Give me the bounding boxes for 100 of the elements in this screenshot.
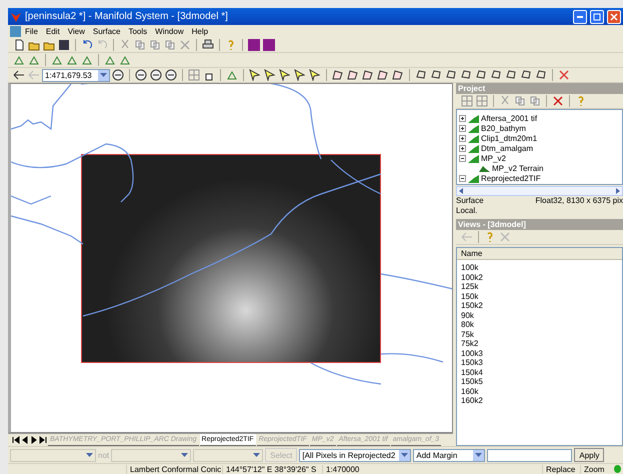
view-name[interactable]: 90k	[457, 310, 622, 320]
node-icon[interactable]	[81, 54, 93, 66]
restore-icon	[593, 12, 601, 20]
view-name[interactable]: 75k	[457, 330, 622, 339]
view-name[interactable]: 75k2	[457, 339, 622, 348]
menu-item[interactable]: Tools	[124, 27, 152, 36]
last-page-icon[interactable]	[39, 436, 47, 444]
scale-field[interactable]: 1:471,679.53	[42, 68, 110, 82]
pixels-dropdown[interactable]: [All Pixels in Reprojected2	[299, 448, 412, 462]
restore-button[interactable]	[590, 10, 604, 24]
tile-icon[interactable]	[248, 39, 260, 51]
delete-icon[interactable]	[558, 69, 570, 81]
save-icon[interactable]	[58, 39, 70, 51]
menu-item[interactable]: Window	[151, 27, 188, 36]
scroll-right-icon[interactable]	[614, 187, 622, 195]
tree-item[interactable]: Aftersa_2001 tif	[481, 114, 538, 122]
view-name[interactable]: 80k	[457, 320, 622, 330]
caret-icon	[181, 452, 188, 458]
node-icon[interactable]	[28, 54, 40, 66]
polygon-tool-icon[interactable]	[535, 69, 547, 81]
menu-item[interactable]: Edit	[42, 27, 64, 36]
zoom-icon[interactable]	[135, 69, 147, 81]
expand-icon[interactable]	[459, 114, 466, 122]
view-name[interactable]: 150k3	[457, 358, 622, 368]
view-name[interactable]: 150k	[457, 292, 622, 301]
left-arrow-icon[interactable]	[13, 69, 25, 81]
menu-item[interactable]: File	[21, 27, 42, 36]
zoom-icon[interactable]	[165, 69, 177, 81]
shape-tool-icon[interactable]	[392, 69, 404, 81]
view-name[interactable]: 100k3	[457, 348, 622, 358]
view-name[interactable]: 160k	[457, 386, 622, 396]
shape-tool-icon[interactable]	[377, 69, 389, 81]
node-icon[interactable]	[226, 69, 238, 81]
pointer-icon[interactable]	[309, 69, 321, 81]
tree-item[interactable]: MP_v2	[481, 154, 506, 162]
pointer-icon[interactable]	[294, 69, 306, 81]
tree-item[interactable]: Reprojected2TIF	[481, 174, 541, 182]
polygon-tool-icon[interactable]	[430, 69, 442, 81]
tree-item[interactable]: Dtm_amalgam	[481, 144, 534, 152]
node-icon[interactable]	[66, 54, 78, 66]
polygon-tool-icon[interactable]	[460, 69, 472, 81]
polygon-tool-icon[interactable]	[520, 69, 532, 81]
first-page-icon[interactable]	[12, 436, 20, 444]
next-icon[interactable]	[30, 436, 38, 444]
zoom-icon[interactable]	[150, 69, 162, 81]
delete-icon[interactable]	[552, 95, 564, 107]
parameter-field[interactable]	[487, 448, 572, 462]
caret-icon	[100, 72, 107, 78]
tree-item[interactable]: B20_bathym	[481, 124, 526, 132]
new-file-icon[interactable]	[13, 39, 25, 51]
expand-icon[interactable]	[459, 124, 466, 132]
view-name[interactable]: 100k2	[457, 272, 622, 282]
coordinates-status: 144°57'12" E 38°39'26" S	[222, 464, 322, 474]
pointer-icon[interactable]	[264, 69, 276, 81]
polygon-tool-icon[interactable]	[415, 69, 427, 81]
collapse-icon[interactable]	[459, 154, 466, 162]
close-button[interactable]	[607, 10, 621, 24]
polygon-tool-icon[interactable]	[490, 69, 502, 81]
tree-item[interactable]: Clip1_dtm20m1	[481, 134, 538, 142]
view-name[interactable]: 125k	[457, 282, 622, 292]
view-name[interactable]: 100k	[457, 263, 622, 272]
view-name[interactable]: 150k5	[457, 377, 622, 386]
menu-item[interactable]: Help	[188, 27, 212, 36]
polygon-tool-icon[interactable]	[475, 69, 487, 81]
node-icon[interactable]	[104, 54, 116, 66]
printer-icon[interactable]	[202, 39, 214, 51]
node-icon[interactable]	[119, 54, 131, 66]
shape-tool-icon[interactable]	[347, 69, 359, 81]
polygon-tool-icon[interactable]	[505, 69, 517, 81]
not-label: not	[98, 450, 110, 460]
margin-dropdown[interactable]: Add Margin	[413, 448, 486, 462]
horizontal-scrollbar[interactable]	[456, 186, 623, 196]
shape-tool-icon[interactable]	[332, 69, 344, 81]
polygon-tool-icon[interactable]	[445, 69, 457, 81]
expand-icon[interactable]	[459, 134, 466, 142]
zoom-icon[interactable]	[112, 69, 124, 81]
undo-icon[interactable]	[81, 39, 93, 51]
pointer-icon[interactable]	[249, 69, 261, 81]
node-icon[interactable]	[51, 54, 63, 66]
collapse-icon[interactable]	[459, 174, 466, 182]
previous-icon[interactable]	[21, 436, 29, 444]
column-header[interactable]: Name	[457, 248, 622, 260]
view-name[interactable]: 150k2	[457, 301, 622, 310]
scroll-left-icon[interactable]	[457, 187, 465, 195]
apply-button[interactable]: Apply	[574, 448, 604, 462]
pointer-icon[interactable]	[279, 69, 291, 81]
shape-tool-icon[interactable]	[362, 69, 374, 81]
surface-icon	[468, 174, 479, 182]
caret-icon	[475, 452, 482, 458]
tree-item[interactable]: MP_v2 Terrain	[492, 164, 544, 172]
node-icon[interactable]	[13, 54, 25, 66]
view-name[interactable]: 150k4	[457, 368, 622, 377]
item-type-label: Surface	[456, 196, 484, 206]
menu-item[interactable]: View	[64, 27, 89, 36]
field-dropdown[interactable]	[10, 448, 96, 462]
tile-icon[interactable]	[263, 39, 275, 51]
view-name[interactable]: 160k2	[457, 396, 622, 406]
menu-item[interactable]: Surface	[88, 27, 124, 36]
expand-icon[interactable]	[459, 144, 466, 152]
minimize-button[interactable]	[573, 10, 587, 24]
